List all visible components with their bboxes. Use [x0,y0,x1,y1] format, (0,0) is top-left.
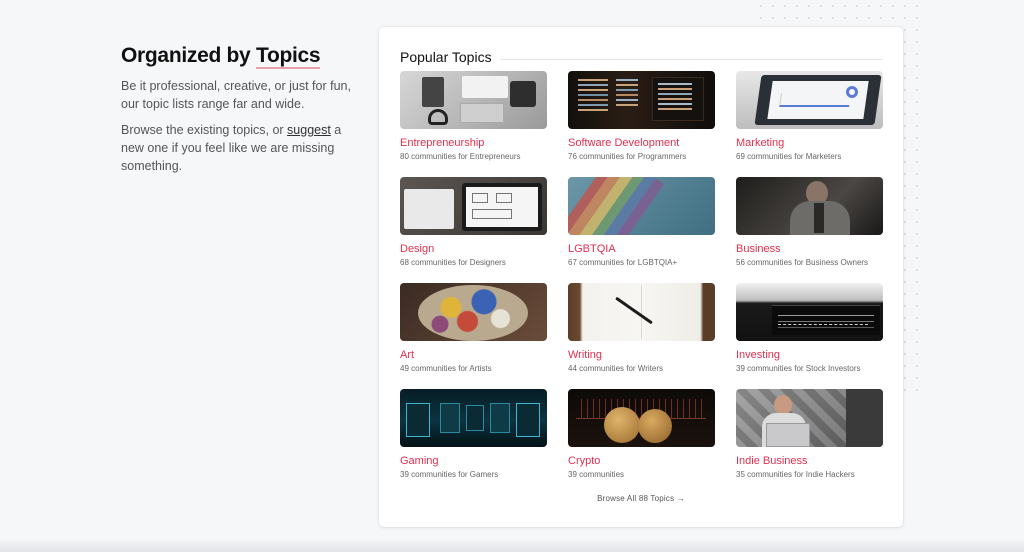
topic-count: 80 communities for Entrepreneurs [400,152,521,161]
topic-count: 39 communities for Stock Investors [736,364,861,373]
topic-name: Marketing [736,137,785,149]
card-heading: Popular Topics [400,49,492,65]
topic-indie-business[interactable]: Indie Business 35 communities for Indie … [736,389,883,485]
topic-count: 49 communities for Artists [400,364,492,373]
topic-marketing[interactable]: Marketing 69 communities for Marketers [736,71,883,167]
topic-lgbtqia[interactable]: LGBTQIA 67 communities for LGBTQIA+ [568,177,715,273]
topics-grid: Entrepreneurship 80 communities for Entr… [400,71,883,485]
topic-thumbnail [400,71,547,129]
topic-entrepreneurship[interactable]: Entrepreneurship 80 communities for Entr… [400,71,547,167]
topic-count: 69 communities for Marketers [736,152,842,161]
topic-investing[interactable]: Investing 39 communities for Stock Inves… [736,283,883,379]
topic-thumbnail [400,177,547,235]
topic-name: Design [400,243,435,255]
topic-name: LGBTQIA [568,243,616,255]
topic-thumbnail [736,283,883,341]
topic-design[interactable]: Design 68 communities for Designers [400,177,547,273]
topic-count: 68 communities for Designers [400,258,506,267]
topic-thumbnail [736,177,883,235]
topic-count: 56 communities for Business Owners [736,258,869,267]
topic-thumbnail [736,71,883,129]
title-highlight: Topics [255,44,321,69]
intro-paragraph-suggest: Browse the existing topics, or suggest a… [121,123,342,174]
topic-thumbnail [568,71,715,129]
topic-name: Writing [568,349,603,361]
topic-writing[interactable]: Writing 44 communities for Writers [568,283,715,379]
topic-count: 39 communities for Gamers [400,470,499,479]
topic-art[interactable]: Art 49 communities for Artists [400,283,547,379]
topic-count: 76 communities for Programmers [568,152,687,161]
topic-name: Gaming [400,455,439,467]
topic-count: 39 communities [568,470,625,479]
intro-section: Organized by Topics Be it professional, … [121,43,366,175]
section-title: Organized by Topics [121,44,321,69]
intro-paragraph: Be it professional, creative, or just fo… [121,79,351,112]
topic-thumbnail [400,389,547,447]
topic-count: 44 communities for Writers [568,364,663,373]
topic-software-development[interactable]: Software Development 76 communities for … [568,71,715,167]
topic-business[interactable]: Business 56 communities for Business Own… [736,177,883,273]
topic-name: Art [400,349,415,361]
topic-name: Indie Business [736,455,808,467]
card-header: Popular Topics [400,48,882,66]
topic-thumbnail [568,283,715,341]
topic-name: Crypto [568,455,601,467]
header-divider [499,58,882,60]
topic-thumbnail [736,389,883,447]
suggest-link[interactable]: suggest [287,123,331,137]
topic-name: Investing [736,349,781,361]
topic-crypto[interactable]: Crypto 39 communities [568,389,715,485]
topic-count: 67 communities for LGBTQIA+ [568,258,678,267]
page-bottom-edge [0,538,1024,552]
topic-thumbnail [400,283,547,341]
browse-all-topics-link[interactable]: Browse All 88 Topics → [379,494,903,503]
topic-name: Software Development [568,137,680,149]
topic-thumbnail [568,177,715,235]
popular-topics-card: Popular Topics Entrepreneurship 80 commu… [379,27,903,527]
topic-thumbnail [568,389,715,447]
topic-name: Business [736,243,781,255]
topic-count: 35 communities for Indie Hackers [736,470,855,479]
topic-gaming[interactable]: Gaming 39 communities for Gamers [400,389,547,485]
topic-name: Entrepreneurship [400,137,485,149]
